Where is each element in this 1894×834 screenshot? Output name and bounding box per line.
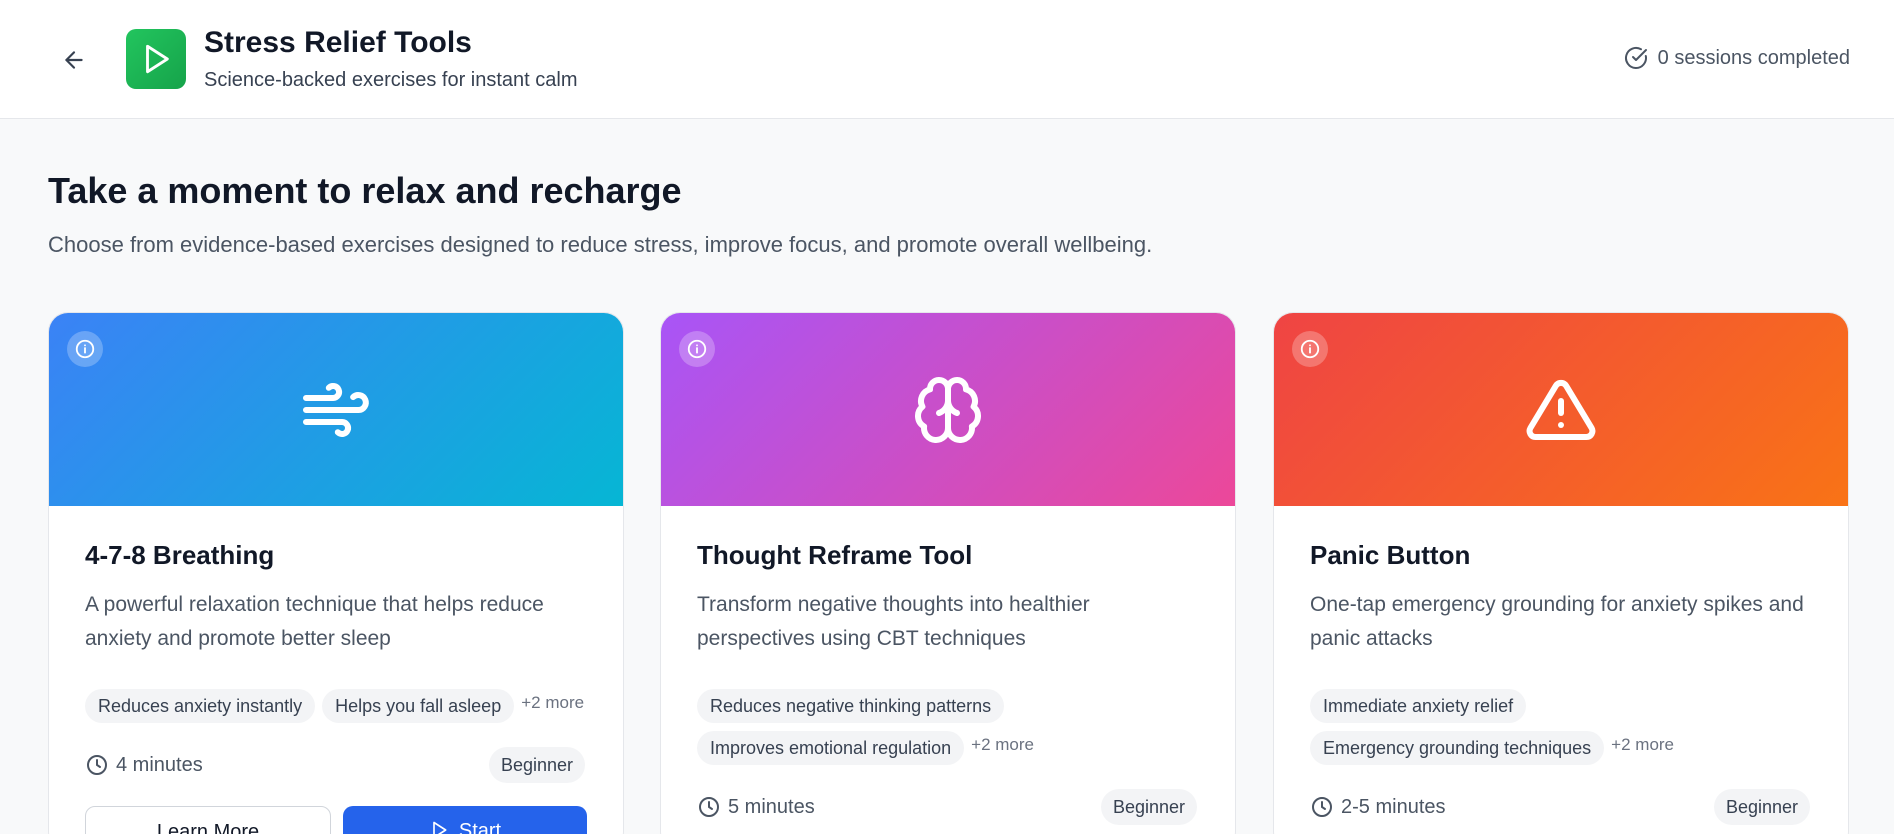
benefit-tags: Reduces anxiety instantly Helps you fall… bbox=[85, 689, 595, 723]
benefit-tags: Immediate anxiety relief Emergency groun… bbox=[1310, 689, 1690, 765]
more-benefits-link[interactable]: +2 more bbox=[1611, 731, 1674, 755]
card-title: 4-7-8 Breathing bbox=[85, 540, 275, 570]
exercise-card-thought-reframe: Thought Reframe Tool Transform negative … bbox=[660, 312, 1236, 834]
info-button[interactable] bbox=[1292, 331, 1328, 367]
card-banner bbox=[1274, 313, 1848, 506]
duration-label: 2-5 minutes bbox=[1341, 795, 1446, 818]
app-title: Stress Relief Tools bbox=[204, 26, 472, 59]
brain-icon bbox=[915, 376, 981, 443]
duration-label: 4 minutes bbox=[116, 753, 203, 776]
back-button[interactable] bbox=[58, 44, 90, 76]
page-description: Choose from evidence-based exercises des… bbox=[48, 232, 1153, 257]
difficulty-badge: Beginner bbox=[1100, 789, 1197, 825]
benefit-tag: Emergency grounding techniques bbox=[1310, 731, 1605, 765]
card-title: Thought Reframe Tool bbox=[697, 540, 973, 570]
benefit-tag: Helps you fall asleep bbox=[322, 689, 515, 723]
clock-icon bbox=[699, 797, 719, 817]
info-icon bbox=[1300, 339, 1320, 359]
benefit-tag: Reduces anxiety instantly bbox=[85, 689, 316, 723]
card-description: Transform negative thoughts into healthi… bbox=[697, 593, 1090, 650]
start-button[interactable]: Start bbox=[343, 806, 587, 834]
app-header: Stress Relief Tools Science-backed exerc… bbox=[0, 0, 1894, 119]
exercise-card-panic-button: Panic Button One-tap emergency grounding… bbox=[1273, 312, 1849, 834]
clock-icon bbox=[87, 755, 107, 775]
arrow-left-icon bbox=[65, 51, 83, 69]
card-meta: 4 minutes Beginner bbox=[85, 747, 585, 783]
card-description: A powerful relaxation technique that hel… bbox=[85, 593, 544, 650]
card-meta: 2-5 minutes Beginner bbox=[1310, 789, 1810, 825]
page-heading: Take a moment to relax and recharge bbox=[48, 170, 682, 211]
sessions-label: 0 sessions completed bbox=[1657, 46, 1850, 69]
exercise-card-breathing: 4-7-8 Breathing A powerful relaxation te… bbox=[48, 312, 624, 834]
info-button[interactable] bbox=[67, 331, 103, 367]
benefit-tags: Reduces negative thinking patterns Impro… bbox=[697, 689, 1077, 765]
card-description: One-tap emergency grounding for anxiety … bbox=[1310, 593, 1804, 650]
card-banner bbox=[661, 313, 1235, 506]
card-title: Panic Button bbox=[1310, 540, 1471, 570]
benefit-tag: Immediate anxiety relief bbox=[1310, 689, 1527, 723]
alert-triangle-icon bbox=[1526, 379, 1596, 440]
info-icon bbox=[75, 339, 95, 359]
app-logo bbox=[126, 29, 186, 89]
info-icon bbox=[687, 339, 707, 359]
duration-label: 5 minutes bbox=[728, 795, 815, 818]
benefit-tag: Reduces negative thinking patterns bbox=[697, 689, 1005, 723]
learn-more-button[interactable]: Learn More bbox=[85, 806, 331, 834]
play-icon bbox=[146, 44, 169, 74]
app-subtitle: Science-backed exercises for instant cal… bbox=[204, 69, 578, 91]
difficulty-badge: Beginner bbox=[1713, 789, 1810, 825]
wind-icon bbox=[303, 382, 369, 437]
difficulty-badge: Beginner bbox=[488, 747, 585, 783]
clock-icon bbox=[1312, 797, 1332, 817]
info-button[interactable] bbox=[679, 331, 715, 367]
duration: 5 minutes bbox=[697, 795, 815, 819]
card-meta: 5 minutes Beginner bbox=[697, 789, 1197, 825]
sessions-counter: 0 sessions completed bbox=[1624, 46, 1850, 70]
more-benefits-link[interactable]: +2 more bbox=[521, 689, 584, 713]
play-icon bbox=[433, 821, 447, 834]
card-banner bbox=[49, 313, 623, 506]
benefit-tag: Improves emotional regulation bbox=[697, 731, 965, 765]
more-benefits-link[interactable]: +2 more bbox=[971, 731, 1034, 755]
start-label: Start bbox=[458, 820, 502, 834]
check-circle-icon bbox=[1624, 46, 1647, 69]
duration: 2-5 minutes bbox=[1310, 795, 1446, 819]
duration: 4 minutes bbox=[85, 753, 203, 777]
